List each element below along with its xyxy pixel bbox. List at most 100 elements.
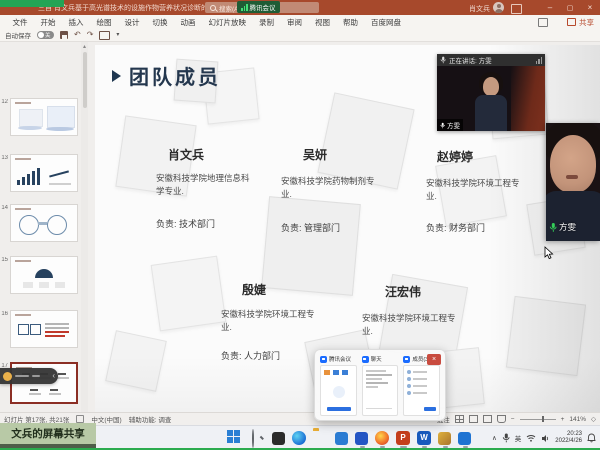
tencent-meeting-badge[interactable]: 腾讯会议 bbox=[237, 1, 280, 13]
yellow-app-icon[interactable] bbox=[438, 432, 451, 445]
account-avatar[interactable] bbox=[493, 2, 504, 13]
member-role[interactable]: 负责: 管理部门 bbox=[281, 221, 340, 234]
preview-meeting-window[interactable]: 腾讯会议 bbox=[320, 354, 357, 416]
slide-thumbnail-13[interactable] bbox=[10, 154, 78, 192]
title-bullet-icon bbox=[112, 70, 121, 82]
preview-close-button[interactable]: × bbox=[427, 354, 441, 365]
member-role[interactable]: 负责: 技术部门 bbox=[156, 217, 215, 230]
member-desc[interactable]: 安徽科技学院环境工程专业. bbox=[426, 177, 520, 203]
volume-icon[interactable] bbox=[541, 434, 550, 443]
tab-transitions[interactable]: 切换 bbox=[146, 17, 174, 28]
speaker-video[interactable]: 方雯 bbox=[437, 66, 545, 131]
zoom-out-icon[interactable]: − bbox=[511, 416, 515, 423]
ribbon-display-options-icon[interactable] bbox=[511, 4, 522, 14]
zoom-slider-knob[interactable] bbox=[542, 416, 545, 422]
slide-thumbnail-14[interactable] bbox=[10, 204, 78, 242]
undo-icon[interactable]: ↶ bbox=[74, 31, 81, 39]
slide-sorter-view-icon[interactable] bbox=[469, 415, 478, 423]
tab-animations[interactable]: 动画 bbox=[174, 17, 202, 28]
blue-app-icon[interactable] bbox=[355, 432, 368, 445]
slide-thumbnail-16[interactable] bbox=[10, 310, 78, 348]
member-name[interactable]: 赵婷婷 bbox=[437, 148, 473, 165]
tray-mic-icon[interactable] bbox=[502, 433, 510, 443]
member-desc[interactable]: 安徽科技学院环境工程专业. bbox=[221, 308, 315, 334]
member-role[interactable]: 负责: 财务部门 bbox=[426, 221, 485, 234]
autosave-toggle[interactable]: 关 bbox=[37, 31, 54, 39]
account-name[interactable]: 肖文兵 bbox=[469, 4, 490, 14]
member-name[interactable]: 肖文兵 bbox=[168, 146, 204, 163]
tab-record[interactable]: 录制 bbox=[253, 17, 281, 28]
tab-insert[interactable]: 插入 bbox=[62, 17, 90, 28]
minimize-button[interactable]: – bbox=[540, 0, 560, 15]
preview-thumbnail[interactable] bbox=[403, 365, 440, 416]
collapse-chevron-icon[interactable]: ‹ bbox=[52, 372, 55, 380]
meeting-mini-bar[interactable]: ‹ bbox=[0, 368, 58, 384]
member-name[interactable]: 汪宏伟 bbox=[385, 283, 421, 300]
maximize-button[interactable]: ▢ bbox=[560, 0, 580, 15]
task-view-icon[interactable] bbox=[272, 432, 285, 445]
slide-title-block[interactable]: 团队成员 bbox=[112, 61, 221, 90]
comments-icon[interactable] bbox=[538, 18, 548, 27]
file-explorer-icon[interactable] bbox=[313, 430, 328, 445]
tab-file[interactable]: 文件 bbox=[6, 17, 34, 28]
word-icon[interactable]: W bbox=[417, 431, 431, 445]
wifi-icon[interactable] bbox=[526, 434, 536, 442]
scroll-up-icon[interactable]: ▴ bbox=[83, 43, 86, 50]
member-name[interactable]: 吴妍 bbox=[303, 146, 327, 163]
tab-review[interactable]: 审阅 bbox=[281, 17, 309, 28]
notification-bell-icon[interactable] bbox=[587, 433, 596, 443]
thumb-number: 16 bbox=[1, 311, 8, 317]
scrollbar-thumb[interactable] bbox=[83, 52, 87, 108]
slide-thumbnail-15[interactable] bbox=[10, 256, 78, 294]
word-letter: W bbox=[420, 433, 428, 442]
search-icon bbox=[210, 5, 216, 11]
tab-slideshow[interactable]: 幻灯片放映 bbox=[202, 17, 253, 28]
firefox-icon[interactable] bbox=[375, 431, 389, 445]
speaking-now-text: 正在讲话: 方雯 bbox=[449, 55, 492, 65]
zoom-in-icon[interactable]: + bbox=[561, 416, 565, 423]
preview-thumbnail[interactable] bbox=[320, 365, 357, 416]
slide-thumbnail-12[interactable] bbox=[10, 98, 78, 136]
input-language-indicator[interactable]: 英 bbox=[515, 433, 522, 443]
preview-chat-window[interactable]: 聊天 bbox=[362, 354, 399, 416]
member-role[interactable]: 负责: 人力部门 bbox=[221, 349, 280, 362]
accessibility-checker-icon[interactable] bbox=[76, 415, 84, 423]
tab-baidu-netdisk[interactable]: 百度网盘 bbox=[365, 17, 408, 28]
start-slideshow-icon[interactable] bbox=[99, 31, 110, 40]
taskbar-search-icon[interactable] bbox=[250, 430, 265, 445]
member-desc[interactable]: 安徽科技学院药物制剂专业. bbox=[281, 175, 375, 201]
reading-view-icon[interactable] bbox=[483, 415, 492, 423]
member-name[interactable]: 殷婕 bbox=[242, 281, 266, 298]
tray-expand-chevron[interactable]: ∧ bbox=[492, 434, 497, 442]
member-desc[interactable]: 安徽科技学院环境工程专业. bbox=[362, 312, 456, 338]
mail-app-icon[interactable] bbox=[335, 432, 348, 445]
clock[interactable]: 20:23 2022/4/26 bbox=[555, 431, 582, 446]
slideshow-view-icon[interactable] bbox=[497, 415, 506, 423]
fit-slide-icon[interactable]: ◇ bbox=[591, 415, 596, 423]
powerpoint-icon[interactable]: P bbox=[396, 431, 410, 445]
save-icon[interactable] bbox=[60, 31, 68, 39]
zoom-slider[interactable] bbox=[520, 419, 556, 420]
accessibility-status[interactable]: 辅助功能: 调查 bbox=[129, 414, 172, 424]
share-button[interactable]: 共享 bbox=[567, 16, 594, 28]
tab-design[interactable]: 设计 bbox=[118, 17, 146, 28]
screen-share-banner[interactable]: 文兵的屏幕共享 bbox=[0, 423, 96, 444]
tab-home[interactable]: 开始 bbox=[34, 17, 62, 28]
thumbnail-scrollbar[interactable]: ▴ bbox=[81, 42, 88, 412]
qat-customize-icon[interactable]: ▾ bbox=[116, 32, 119, 38]
close-button[interactable]: × bbox=[580, 0, 600, 15]
tab-help[interactable]: 帮助 bbox=[337, 17, 365, 28]
zoom-level[interactable]: 141% bbox=[569, 416, 586, 423]
edge-icon[interactable] bbox=[292, 431, 306, 445]
tab-view[interactable]: 视图 bbox=[309, 17, 337, 28]
redo-icon[interactable]: ↷ bbox=[87, 31, 94, 39]
meeting-side-video-window[interactable]: 方雯 bbox=[546, 123, 600, 241]
start-button[interactable] bbox=[226, 429, 243, 446]
tab-draw[interactable]: 绘图 bbox=[90, 17, 118, 28]
photos-app-icon[interactable] bbox=[458, 432, 471, 445]
autosave-state: 关 bbox=[45, 31, 51, 39]
normal-view-icon[interactable] bbox=[455, 415, 464, 423]
meeting-speaker-window[interactable]: 正在讲话: 方雯 方雯 bbox=[437, 54, 545, 131]
preview-thumbnail[interactable] bbox=[362, 365, 399, 416]
member-desc[interactable]: 安徽科技学院地理信息科学专业. bbox=[156, 172, 250, 198]
